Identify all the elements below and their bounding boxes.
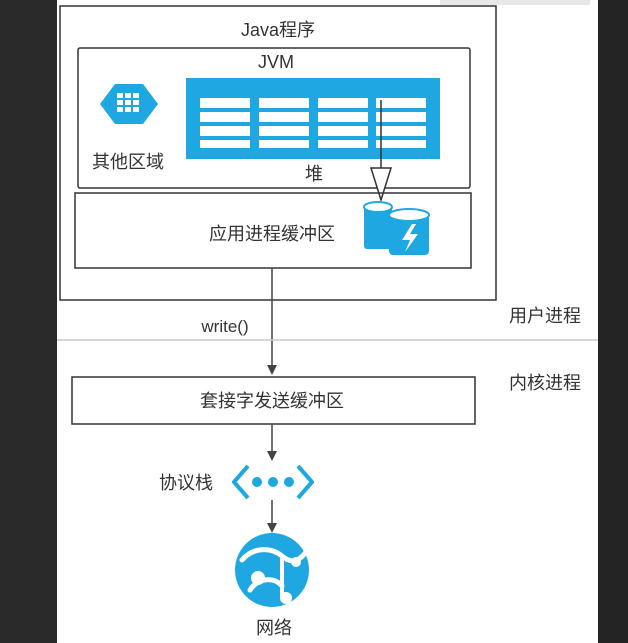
kernel-process-label: 内核进程 [509, 373, 581, 393]
other-region-label: 其他区域 [92, 152, 164, 172]
socket-buffer-label: 套接字发送缓冲区 [200, 391, 344, 411]
write-call-label: write() [200, 317, 248, 336]
globe-icon [235, 533, 309, 607]
network-label: 网络 [256, 618, 292, 638]
heap-label: 堆 [305, 164, 323, 184]
table-grid-icon [186, 78, 440, 159]
java-program-label: Java程序 [241, 20, 315, 40]
protocol-stack-label: 协议栈 [159, 473, 213, 493]
ellipsis-chevrons-icon [232, 464, 314, 500]
user-process-label: 用户进程 [509, 306, 581, 326]
diagram-svg: Java程序 JVM 其他区域 堆 应用进程缓冲区 write() 用户进程 内… [57, 5, 598, 638]
jvm-label: JVM [258, 52, 294, 72]
diagram-canvas: Java程序 JVM 其他区域 堆 应用进程缓冲区 write() 用户进程 内… [0, 0, 628, 643]
hexagon-grid-icon [100, 84, 158, 124]
app-buffer-label: 应用进程缓冲区 [209, 224, 335, 244]
database-flash-icon [363, 201, 430, 255]
